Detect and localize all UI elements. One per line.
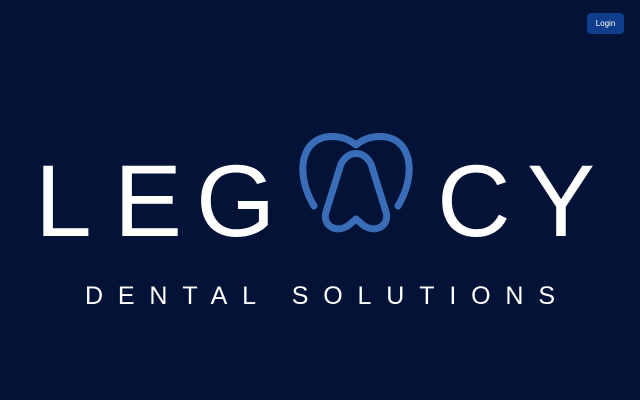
logo-letter-g: G: [196, 144, 275, 258]
logo-tagline: DENTAL SOLUTIONS: [85, 282, 555, 310]
tooth-a-icon: [299, 133, 413, 233]
logo-letter-c: C: [437, 144, 511, 258]
legacy-dental-logo: L E G C Y DENTAL SOLUTIONS: [35, 133, 595, 310]
logo-letter-y: Y: [527, 144, 595, 258]
logo-letter-e: E: [114, 144, 182, 258]
logo-letter-l: L: [35, 144, 92, 258]
